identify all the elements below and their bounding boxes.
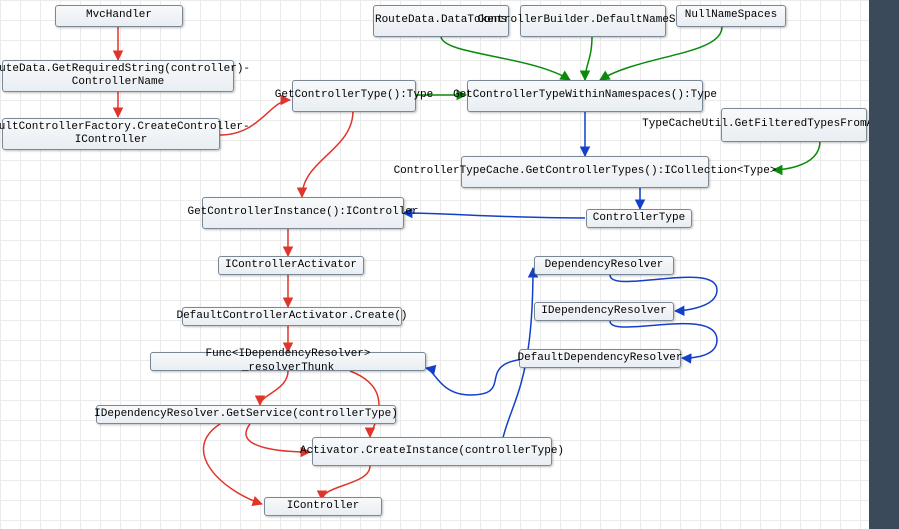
node-type-cache-util[interactable]: TypeCacheUtil.GetFilteredTypesFromAssemb… — [721, 108, 867, 142]
node-null-namespaces[interactable]: NullNameSpaces — [676, 5, 786, 27]
node-icontroller[interactable]: IController — [264, 497, 382, 516]
node-activator-create-instance[interactable]: Activator.CreateInstance(controllerType) — [312, 437, 552, 466]
node-label: IDependencyResolver — [541, 305, 666, 318]
node-within-namespaces[interactable]: GetControllerTypeWithinNamespaces():Type — [467, 80, 703, 112]
node-label: ControllerType — [593, 212, 685, 225]
node-label: DefaultControllerFactory.CreateControlle… — [0, 121, 250, 147]
node-label: ControllerTypeCache.GetControllerTypes()… — [394, 165, 777, 178]
node-label: GetControllerInstance():IController — [187, 206, 418, 219]
node-label: IControllerActivator — [225, 259, 357, 272]
node-default-activator-create[interactable]: DefaultControllerActivator.Create() — [182, 307, 402, 326]
node-label: TypeCacheUtil.GetFilteredTypesFromAssemb… — [642, 118, 899, 131]
node-label: DependencyResolver — [545, 259, 664, 272]
node-label: IController — [287, 500, 360, 513]
node-label: IDependencyResolver.GetService(controlle… — [94, 408, 398, 421]
node-controller-type[interactable]: ControllerType — [586, 209, 692, 228]
node-label: Func<IDependencyResolver> _resolverThunk — [157, 348, 419, 374]
node-controller-builder[interactable]: ControllerBuilder.DefaultNameSpaces — [520, 5, 666, 37]
right-sidebar — [869, 0, 899, 529]
node-label: RouteData.GetRequiredString(controller)-… — [0, 63, 250, 89]
node-get-required-string[interactable]: RouteData.GetRequiredString(controller)-… — [2, 60, 234, 92]
node-label: GetControllerTypeWithinNamespaces():Type — [453, 89, 717, 102]
node-label: GetControllerType():Type — [275, 89, 433, 102]
node-get-controller-instance[interactable]: GetControllerInstance():IController — [202, 197, 404, 229]
node-default-dependency-resolver[interactable]: DefaultDependencyResolver — [519, 349, 681, 368]
node-label: MvcHandler — [86, 9, 152, 22]
node-label: ControllerBuilder.DefaultNameSpaces — [477, 14, 708, 27]
node-icontroller-activator[interactable]: IControllerActivator — [218, 256, 364, 275]
node-controller-type-cache[interactable]: ControllerTypeCache.GetControllerTypes()… — [461, 156, 709, 188]
node-label: NullNameSpaces — [685, 9, 777, 22]
node-get-controller-type[interactable]: GetControllerType():Type — [292, 80, 416, 112]
node-idependency-resolver[interactable]: IDependencyResolver — [534, 302, 674, 321]
diagram-canvas: MvcHandler RouteData.GetRequiredString(c… — [0, 0, 899, 529]
node-label: Activator.CreateInstance(controllerType) — [300, 445, 564, 458]
node-get-service[interactable]: IDependencyResolver.GetService(controlle… — [96, 405, 396, 424]
node-label: DefaultDependencyResolver — [517, 352, 682, 365]
node-resolver-thunk[interactable]: Func<IDependencyResolver> _resolverThunk — [150, 352, 426, 371]
node-dependency-resolver[interactable]: DependencyResolver — [534, 256, 674, 275]
node-create-controller[interactable]: DefaultControllerFactory.CreateControlle… — [2, 118, 220, 150]
node-label: DefaultControllerActivator.Create() — [176, 310, 407, 323]
node-mvc-handler[interactable]: MvcHandler — [55, 5, 183, 27]
